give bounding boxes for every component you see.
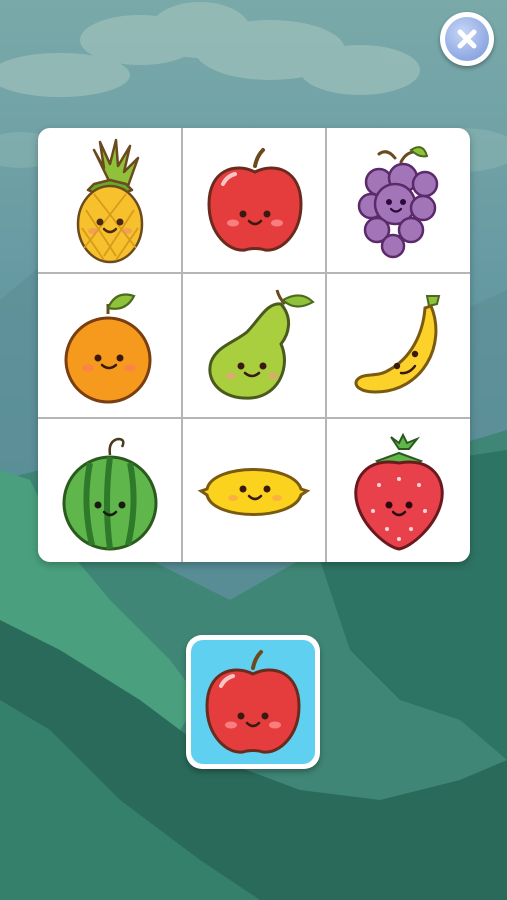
grid-cell-pear[interactable] — [183, 274, 326, 418]
grid-cell-lemon[interactable] — [183, 419, 326, 562]
close-button[interactable] — [440, 12, 494, 66]
apple-icon — [207, 148, 303, 252]
watermelon-icon — [62, 437, 158, 551]
apple-icon — [205, 650, 301, 754]
grid-cell-pineapple[interactable] — [38, 128, 181, 272]
strawberry-icon — [354, 432, 444, 551]
grid-cell-banana[interactable] — [327, 274, 470, 418]
close-button-face — [445, 17, 489, 61]
grid-cell-grapes[interactable] — [327, 128, 470, 272]
grapes-icon — [357, 146, 439, 259]
close-icon — [457, 29, 477, 49]
grid-cell-strawberry[interactable] — [327, 419, 470, 562]
lemon-icon — [197, 468, 311, 516]
target-fruit-background — [191, 640, 315, 764]
grid-cell-watermelon[interactable] — [38, 419, 181, 562]
grid-cell-orange[interactable] — [38, 274, 181, 418]
banana-icon — [354, 295, 441, 394]
pear-icon — [208, 289, 315, 400]
fruit-grid — [38, 128, 470, 562]
grid-cell-apple[interactable] — [183, 128, 326, 272]
target-fruit-card[interactable] — [186, 635, 320, 769]
orange-icon — [64, 293, 152, 404]
pineapple-icon — [76, 138, 144, 264]
fruit-grid-board — [38, 128, 470, 562]
